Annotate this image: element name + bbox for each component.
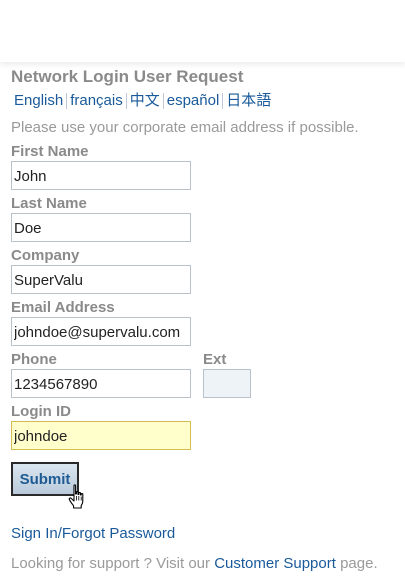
language-link-english[interactable]: English [11,91,66,111]
company-label: Company [11,247,80,264]
signin-row: Sign In/Forgot Password [11,524,175,544]
first-name-input[interactable] [11,161,191,190]
login-request-form: Network Login User Request English franç… [11,66,401,572]
support-prefix-text: Looking for support ? Visit our [11,555,215,572]
language-selector: English français 中文 español 日本語 [11,91,401,111]
signin-forgot-password-link[interactable]: Sign In/Forgot Password [11,525,175,542]
email-row: Email Address [11,299,191,346]
language-link-japanese[interactable]: 日本語 [223,91,274,111]
language-link-spanish[interactable]: español [164,91,223,111]
language-link-chinese[interactable]: 中文 [127,91,163,111]
phone-row: Phone [11,351,191,398]
first-name-label: First Name [11,143,89,160]
support-text: Looking for support ? Visit our Customer… [11,554,378,574]
login-id-label: Login ID [11,403,71,420]
hand-cursor-icon [68,484,84,509]
phone-label: Phone [11,351,57,368]
email-label: Email Address [11,299,115,316]
ext-label: Ext [203,351,227,368]
language-link-french[interactable]: français [67,91,126,111]
last-name-input[interactable] [11,213,191,242]
top-banner [0,0,405,62]
page-title: Network Login User Request [11,67,244,86]
login-id-input[interactable] [11,421,191,450]
last-name-row: Last Name [11,195,191,242]
customer-support-link[interactable]: Customer Support [214,555,336,572]
email-input[interactable] [11,317,191,346]
phone-input[interactable] [11,369,191,398]
company-input[interactable] [11,265,191,294]
ext-row: Ext [203,351,251,398]
first-name-row: First Name [11,143,191,190]
company-row: Company [11,247,191,294]
support-suffix-text: page. [335,555,378,572]
login-id-row: Login ID [11,403,191,450]
email-hint-text: Please use your corporate email address … [11,119,359,136]
last-name-label: Last Name [11,195,87,212]
ext-input[interactable] [203,369,251,398]
